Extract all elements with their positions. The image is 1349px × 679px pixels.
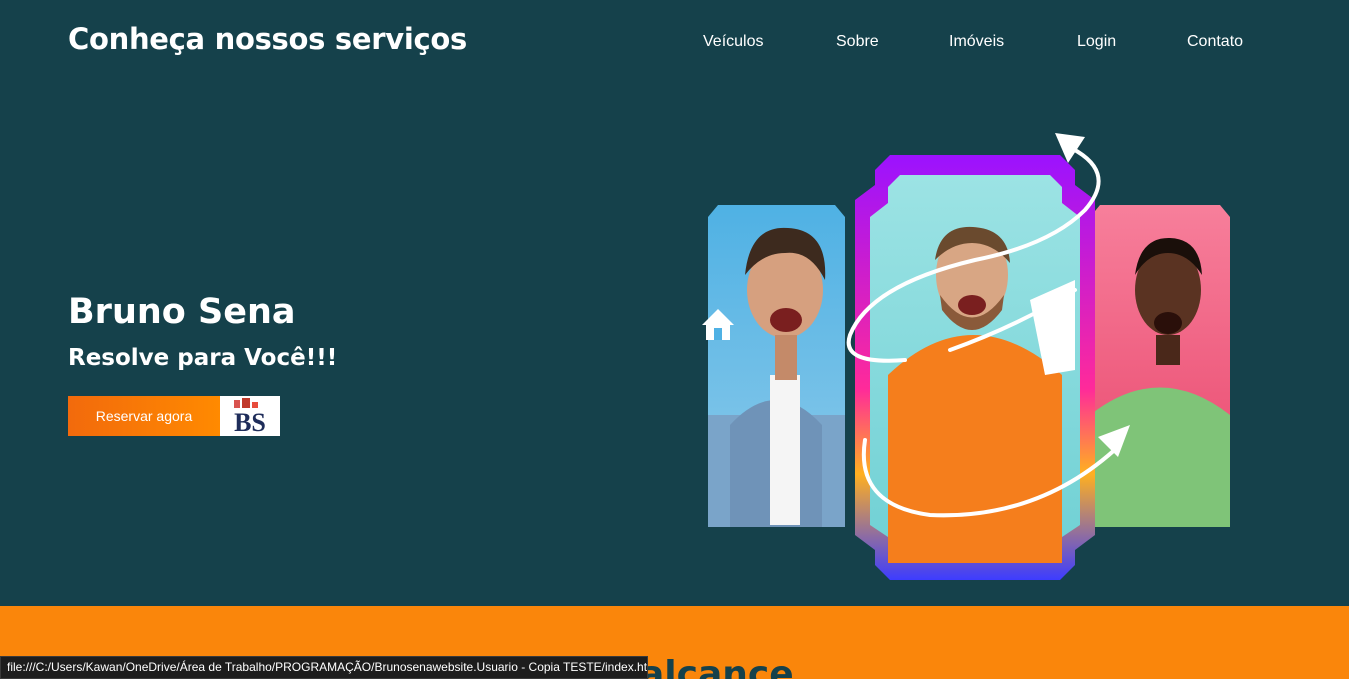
nav-link-login[interactable]: Login [1077,33,1187,51]
nav-link-contato[interactable]: Contato [1187,33,1257,51]
person-card-right [1090,205,1230,527]
hero-section: Conheça nossos serviços Veículos Sobre I… [0,0,1349,606]
page-title: Conheça nossos serviços [68,22,467,56]
browser-status-bar: file:///C:/Users/Kawan/OneDrive/Área de … [0,656,648,679]
nav-link-imoveis[interactable]: Imóveis [949,33,1077,51]
main-nav: Veículos Sobre Imóveis Login Contato [703,33,1257,51]
hero-illustration [702,133,1230,580]
nav-link-veiculos[interactable]: Veículos [703,33,836,51]
logo-lettering: BS [234,408,266,436]
hero-subtitle: Resolve para Você!!! [68,345,338,371]
person-card-left [708,205,845,527]
section-heading: alcance [640,654,794,679]
person-card-center [855,155,1095,580]
nav-link-sobre[interactable]: Sobre [836,33,949,51]
reserve-button[interactable]: Reservar agora [68,396,220,436]
hero-name: Bruno Sena [68,292,296,332]
bs-logo: BS [220,396,280,437]
